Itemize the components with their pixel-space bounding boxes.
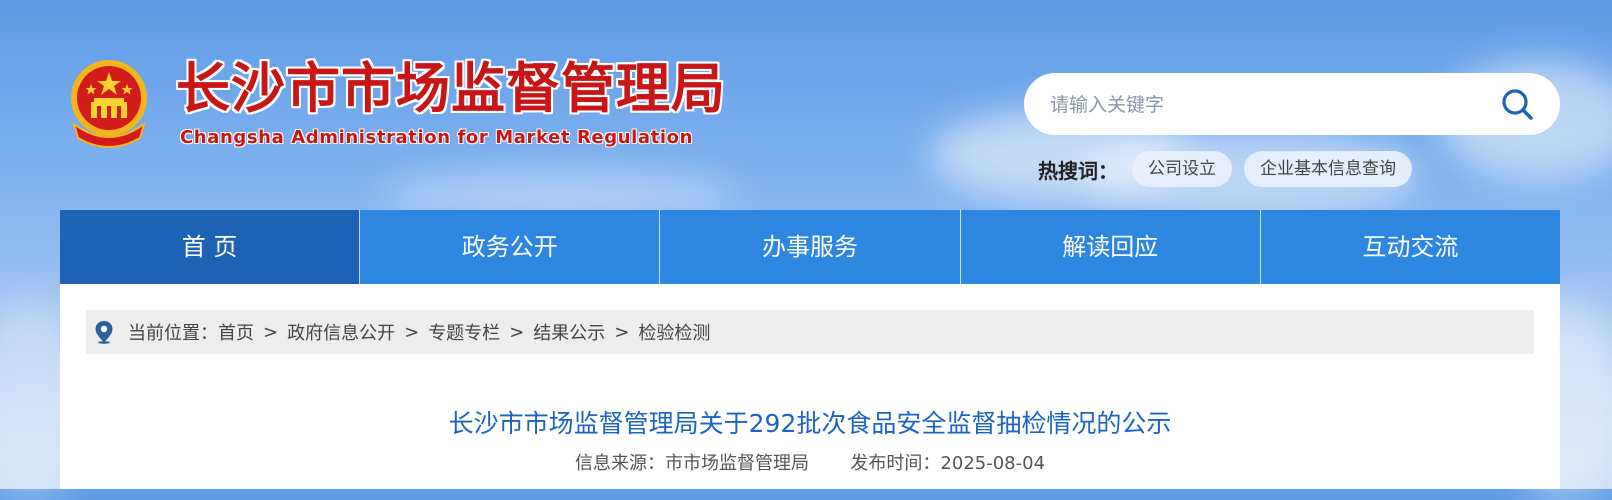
search-icon[interactable]: [1500, 87, 1534, 121]
breadcrumb-separator: >: [263, 321, 279, 343]
breadcrumb-item[interactable]: 检验检测: [638, 319, 710, 345]
breadcrumb-item[interactable]: 政府信息公开: [287, 319, 395, 345]
search-box: [1024, 73, 1560, 135]
nav-item-interaction[interactable]: 互动交流: [1261, 210, 1560, 284]
breadcrumb: 当前位置： 首页 > 政府信息公开 > 专题专栏 > 结果公示 > 检验检测: [86, 310, 1534, 354]
breadcrumb-item[interactable]: 首页: [218, 319, 254, 345]
source-label: 信息来源：: [574, 453, 665, 474]
breadcrumb-item[interactable]: 专题专栏: [428, 319, 500, 345]
hot-search: 热搜词： 公司设立 企业基本信息查询: [1038, 151, 1424, 187]
main-content: 当前位置： 首页 > 政府信息公开 > 专题专栏 > 结果公示 > 检验检测 长…: [60, 284, 1560, 489]
nav-item-interpretation[interactable]: 解读回应: [961, 210, 1261, 284]
breadcrumb-item[interactable]: 结果公示: [533, 319, 605, 345]
hot-search-tag[interactable]: 企业基本信息查询: [1244, 151, 1412, 187]
source-value: 市市场监督管理局: [664, 453, 809, 474]
date-value: 2025-08-04: [940, 453, 1046, 474]
location-pin-icon: [95, 321, 113, 344]
nav-item-government-affairs[interactable]: 政务公开: [360, 210, 661, 284]
site-subtitle: Changsha Administration for Market Regul…: [180, 127, 693, 148]
site-header: 长沙市市场监督管理局 Changsha Administration for M…: [0, 0, 1612, 206]
article-title: 长沙市市场监督管理局关于292批次食品安全监督抽检情况的公示: [448, 409, 1172, 438]
site-title: 长沙市市场监督管理局: [176, 57, 726, 120]
breadcrumb-prefix: 当前位置：: [128, 323, 218, 344]
hot-search-tag[interactable]: 公司设立: [1132, 151, 1232, 187]
date-label: 发布时间：: [850, 453, 941, 474]
breadcrumb-separator: >: [614, 321, 630, 343]
hot-search-label: 热搜词：: [1038, 158, 1118, 183]
breadcrumb-separator: >: [404, 321, 420, 343]
article-meta: 信息来源：市市场监督管理局 发布时间：2025-08-04: [60, 449, 1560, 475]
search-input[interactable]: [1048, 89, 1472, 121]
national-emblem-icon: [71, 60, 147, 148]
main-nav: 首 页 政务公开 办事服务 解读回应 互动交流: [60, 210, 1560, 284]
nav-item-home[interactable]: 首 页: [60, 210, 361, 284]
breadcrumb-separator: >: [509, 321, 525, 343]
nav-item-services[interactable]: 办事服务: [660, 210, 961, 284]
